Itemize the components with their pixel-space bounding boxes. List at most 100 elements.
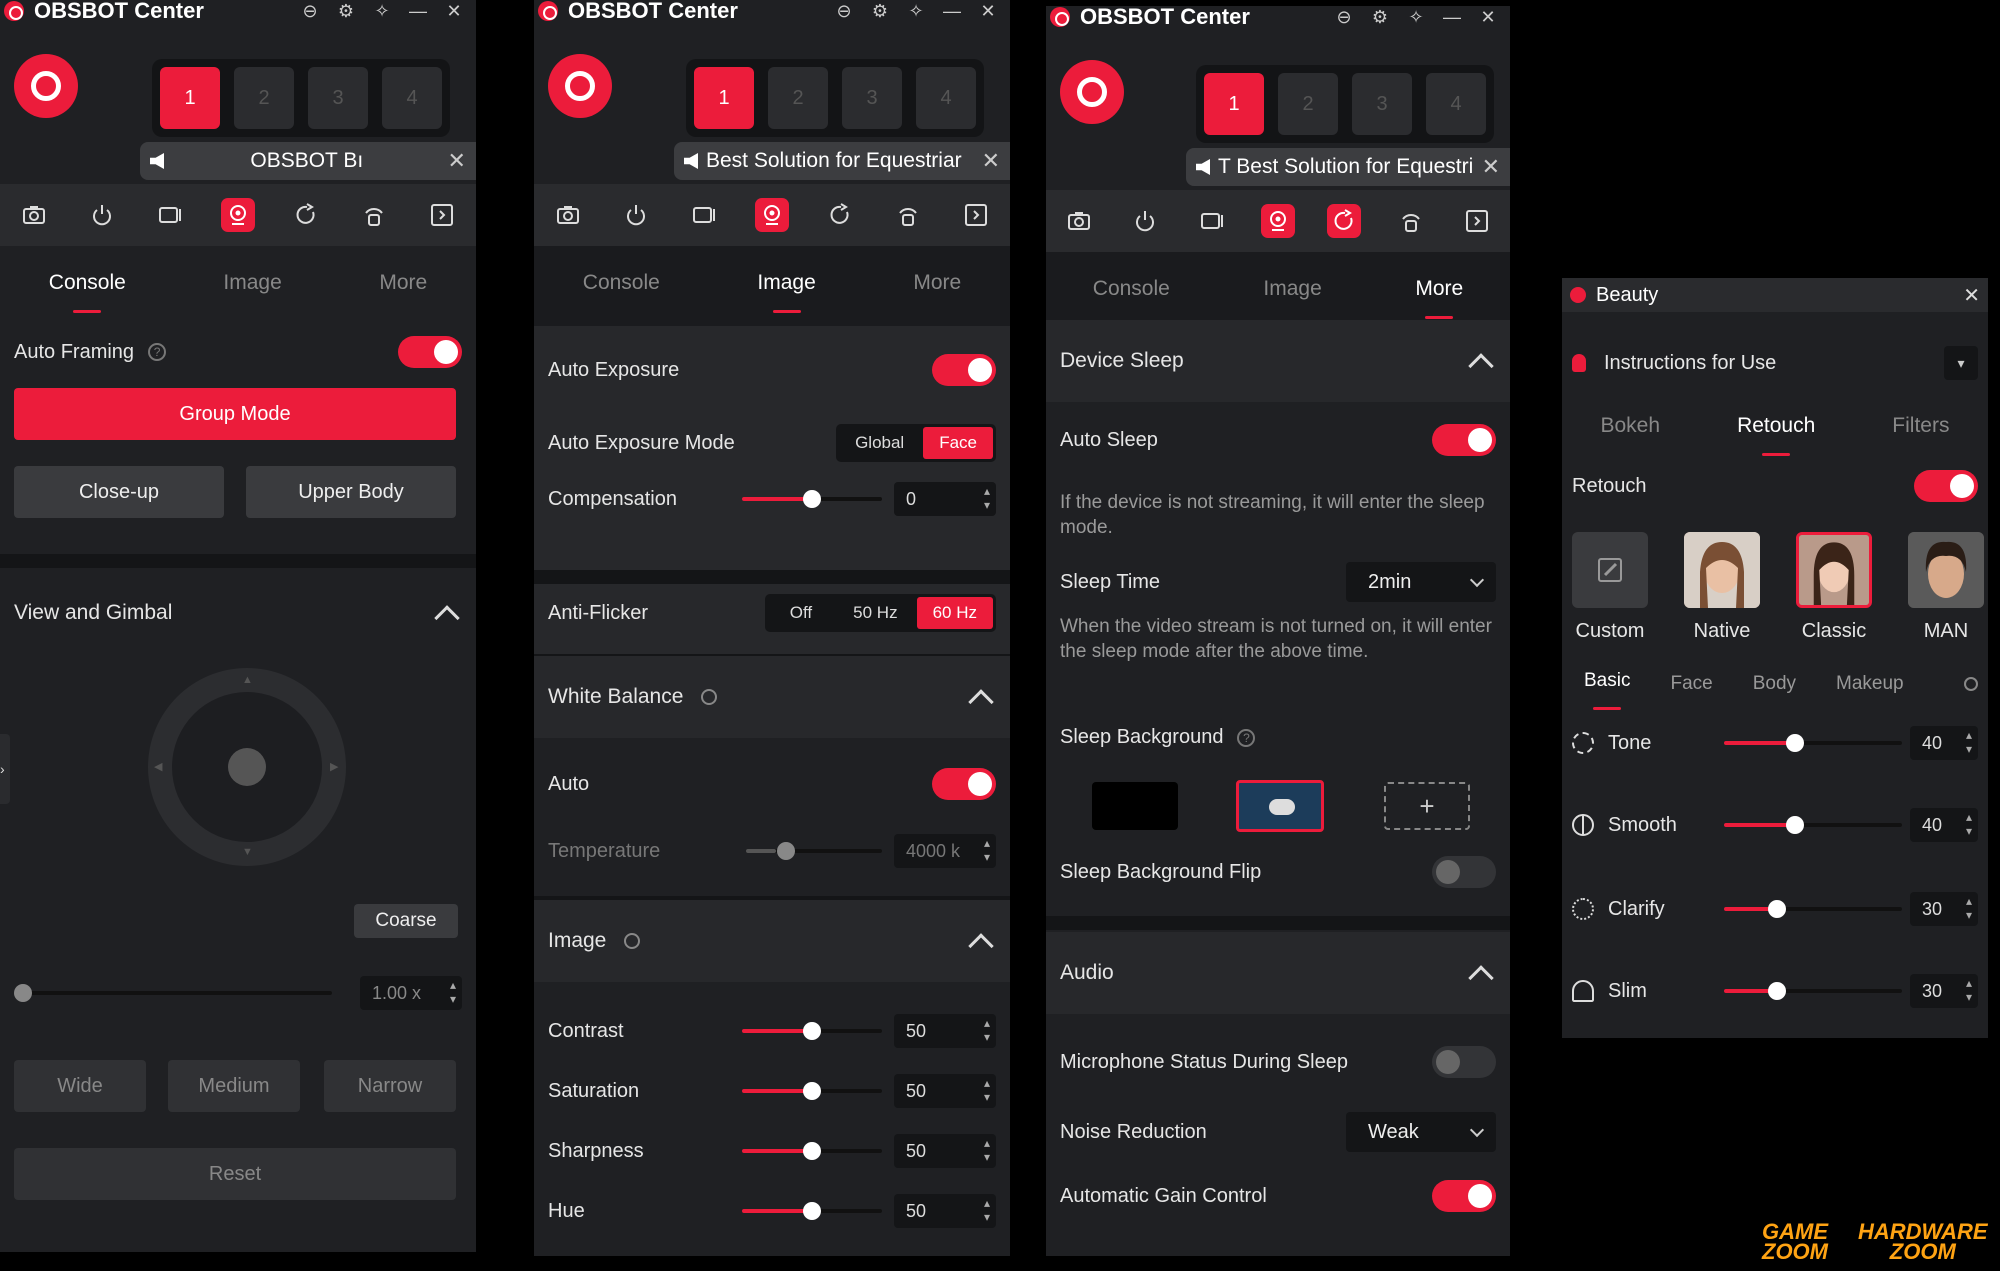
close-device-icon[interactable]: ✕ [442,148,466,174]
side-expand-handle[interactable]: › [0,734,10,804]
tab-console[interactable]: Console [583,271,660,301]
saturation-slider[interactable] [742,1081,882,1101]
subtab-face[interactable]: Face [1670,673,1712,695]
settings-icon[interactable]: ⚙ [328,1,364,22]
tab-more[interactable]: More [1415,277,1463,319]
camera-icon[interactable] [17,198,51,232]
tab-retouch[interactable]: Retouch [1737,414,1815,456]
rotate-icon[interactable] [289,198,323,232]
tab-filters[interactable]: Filters [1892,414,1949,444]
reset-image-icon[interactable] [624,933,641,949]
reset-button[interactable]: Reset [14,1148,456,1200]
preset-custom[interactable] [1572,532,1648,608]
mode-global-option[interactable]: Global [839,427,920,459]
camera-slot-3[interactable]: 3 [1352,73,1412,135]
device-sleep-header[interactable]: Device Sleep [1046,320,1510,402]
tracking-icon[interactable] [1394,204,1428,238]
joystick-knob[interactable] [228,748,266,786]
pin-icon[interactable]: ✧ [364,1,400,22]
camera-slot-4[interactable]: 4 [382,67,442,129]
agc-toggle[interactable] [1432,1180,1496,1212]
subtab-body[interactable]: Body [1753,673,1796,695]
camera-slot-4[interactable]: 4 [916,67,976,129]
help-icon[interactable]: ? [1237,728,1256,747]
flicker-50-option[interactable]: 50 Hz [837,597,913,629]
tracking-icon[interactable] [891,198,925,232]
camera-slot-1[interactable]: 1 [1204,73,1264,135]
rotate-icon[interactable] [823,198,857,232]
collapse-icon[interactable] [959,198,993,232]
white-balance-header[interactable]: White Balance [534,656,1010,738]
mic-status-toggle[interactable] [1432,1046,1496,1078]
zoom-value[interactable]: 1.00 x [360,976,462,1010]
sleep-bg-black-option[interactable] [1092,782,1178,830]
record-icon[interactable] [1195,204,1229,238]
audio-header[interactable]: Audio [1046,932,1510,1014]
contrast-slider[interactable] [742,1021,882,1041]
slim-value[interactable]: 30 [1910,974,1978,1008]
record-icon[interactable] [687,198,721,232]
contrast-value[interactable]: 50 [894,1014,996,1048]
compensation-slider[interactable] [742,489,882,509]
close-icon[interactable]: ✕ [970,1,1006,22]
tab-image[interactable]: Image [223,271,281,301]
zoom-slider[interactable] [14,983,332,1003]
pin-icon[interactable]: ✧ [898,1,934,22]
tab-more[interactable]: More [913,271,961,301]
power-icon[interactable] [1128,204,1162,238]
close-icon[interactable]: ✕ [1963,283,1980,308]
subtab-basic[interactable]: Basic [1584,670,1630,710]
auto-framing-toggle[interactable] [398,336,462,368]
reset-wb-icon[interactable] [701,689,718,705]
image-header[interactable]: Image [534,900,1010,982]
close-device-icon[interactable]: ✕ [1476,154,1500,180]
record-icon[interactable] [153,198,187,232]
preset-man[interactable] [1908,532,1984,608]
temperature-value[interactable]: 4000 k [894,834,996,868]
compensation-value[interactable]: 0 [894,482,996,516]
webcam-icon[interactable] [1260,204,1295,238]
flicker-60-option[interactable]: 60 Hz [916,597,993,629]
tracking-icon[interactable] [357,198,391,232]
chevron-up-icon[interactable] [1468,353,1494,379]
tone-slider[interactable] [1724,733,1902,753]
camera-slot-2[interactable]: 2 [768,67,828,129]
slim-slider[interactable] [1724,981,1902,1001]
settings-icon[interactable]: ⚙ [1362,7,1398,28]
temperature-slider[interactable] [746,841,882,861]
menu-icon[interactable]: ⊖ [826,1,862,22]
tone-value[interactable]: 40 [1910,726,1978,760]
sleep-bg-image-option[interactable] [1236,780,1324,832]
smooth-slider[interactable] [1724,815,1902,835]
close-icon[interactable]: ✕ [1470,7,1506,28]
tab-image[interactable]: Image [1263,277,1321,307]
mode-face-option[interactable]: Face [923,427,993,459]
webcam-icon[interactable] [755,198,789,232]
device-name-bar[interactable]: OBSBOT Bı ✕ [140,142,476,180]
camera-slot-1[interactable]: 1 [694,67,754,129]
sleep-bg-flip-toggle[interactable] [1432,856,1496,888]
wb-auto-toggle[interactable] [932,768,996,800]
collapse-icon[interactable] [1460,204,1494,238]
camera-slot-4[interactable]: 4 [1426,73,1486,135]
noise-reduction-dropdown[interactable]: Weak [1346,1112,1496,1152]
camera-icon[interactable] [1062,204,1096,238]
medium-button[interactable]: Medium [168,1060,300,1112]
preset-classic[interactable] [1796,532,1872,608]
view-gimbal-header[interactable]: View and Gimbal [0,572,476,654]
webcam-icon[interactable] [221,198,255,232]
device-name-bar[interactable]: T Best Solution for Equestri ✕ [1186,148,1510,186]
preset-native[interactable] [1684,532,1760,608]
instructions-row[interactable]: Instructions for Use ▾ [1572,338,1978,388]
reset-icon[interactable] [1964,677,1978,691]
camera-slot-1[interactable]: 1 [160,67,220,129]
gimbal-joystick[interactable]: ▲ ▼ ◀ ▶ [148,668,346,866]
device-name-bar[interactable]: Best Solution for Equestriar ✕ [674,142,1010,180]
tab-bokeh[interactable]: Bokeh [1601,414,1661,444]
auto-exposure-toggle[interactable] [932,354,996,386]
pin-icon[interactable]: ✧ [1398,7,1434,28]
coarse-button[interactable]: Coarse [354,904,458,938]
hue-value[interactable]: 50 [894,1194,996,1228]
close-icon[interactable]: ✕ [436,1,472,22]
chevron-up-icon[interactable] [968,933,994,959]
